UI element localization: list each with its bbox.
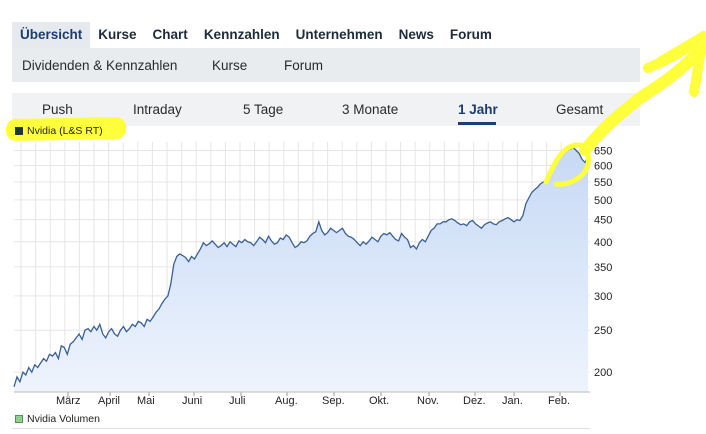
price-legend-swatch [15, 127, 23, 135]
x-tick-label: Jan. [502, 395, 523, 407]
y-tick-label: 300 [594, 291, 612, 303]
x-tick-label: Juli [229, 395, 246, 407]
tab-gesamt[interactable]: Gesamt [556, 102, 603, 117]
y-tick-label: 350 [594, 262, 612, 274]
price-area [14, 147, 588, 392]
x-tick-label: Mai [137, 395, 155, 407]
price-legend-label: Nvidia (L&S RT) [27, 125, 103, 137]
nav-kurse[interactable]: Kurse [90, 22, 144, 48]
subnav-dividenden-kennzahlen[interactable]: Dividenden & Kennzahlen [22, 58, 177, 73]
nav-kennzahlen[interactable]: Kennzahlen [196, 22, 288, 48]
y-tick-label: 500 [594, 195, 612, 207]
volume-legend-label: Nvidia Volumen [27, 413, 100, 425]
x-tick-label: Okt. [369, 395, 389, 407]
x-tick-label: Aug. [275, 395, 298, 407]
price-line [13, 146, 589, 387]
x-tick-label: Dez. [463, 395, 486, 407]
price-legend: Nvidia (L&S RT) [15, 125, 103, 137]
nav-news[interactable]: News [391, 22, 442, 48]
y-tick-label: 200 [594, 367, 612, 379]
volume-panel-border [12, 428, 590, 429]
tab-1-jahr[interactable]: 1 Jahr [458, 102, 498, 117]
nav-forum[interactable]: Forum [442, 22, 500, 48]
y-tick-label: 450 [594, 215, 612, 227]
x-tick-label: März [56, 395, 80, 407]
volume-legend-swatch [15, 415, 23, 423]
tab-5-tage[interactable]: 5 Tage [243, 102, 283, 117]
yellow-annotation-arrow-head [643, 31, 706, 97]
y-tick-label: 550 [594, 177, 612, 189]
subnav-kurse[interactable]: Kurse [212, 58, 247, 73]
x-tick-label: April [98, 395, 120, 407]
tab-3-monate[interactable]: 3 Monate [342, 102, 398, 117]
subnav-forum[interactable]: Forum [284, 58, 323, 73]
x-tick-label: Nov. [417, 395, 439, 407]
x-tick-label: Juni [182, 395, 202, 407]
x-tick-label: Sep. [322, 395, 345, 407]
x-tick-label: Feb. [548, 395, 570, 407]
tab-intraday[interactable]: Intraday [133, 102, 182, 117]
nav-uebersicht[interactable]: Übersicht [12, 22, 91, 48]
y-tick-label: 600 [594, 161, 612, 173]
nav-chart[interactable]: Chart [145, 22, 196, 48]
main-navigation: Übersicht Kurse Chart Kennzahlen Unterne… [12, 22, 640, 48]
active-tab-indicator [458, 122, 496, 125]
y-tick-label: 650 [594, 145, 612, 157]
nav-unternehmen[interactable]: Unternehmen [288, 22, 391, 48]
tab-push[interactable]: Push [42, 102, 73, 117]
volume-legend: Nvidia Volumen [15, 413, 100, 425]
y-tick-label: 400 [594, 237, 612, 249]
yellow-annotation-circle [543, 142, 591, 187]
y-tick-label: 250 [594, 325, 612, 337]
sub-navigation: Dividenden & Kennzahlen Kurse Forum [12, 48, 640, 82]
